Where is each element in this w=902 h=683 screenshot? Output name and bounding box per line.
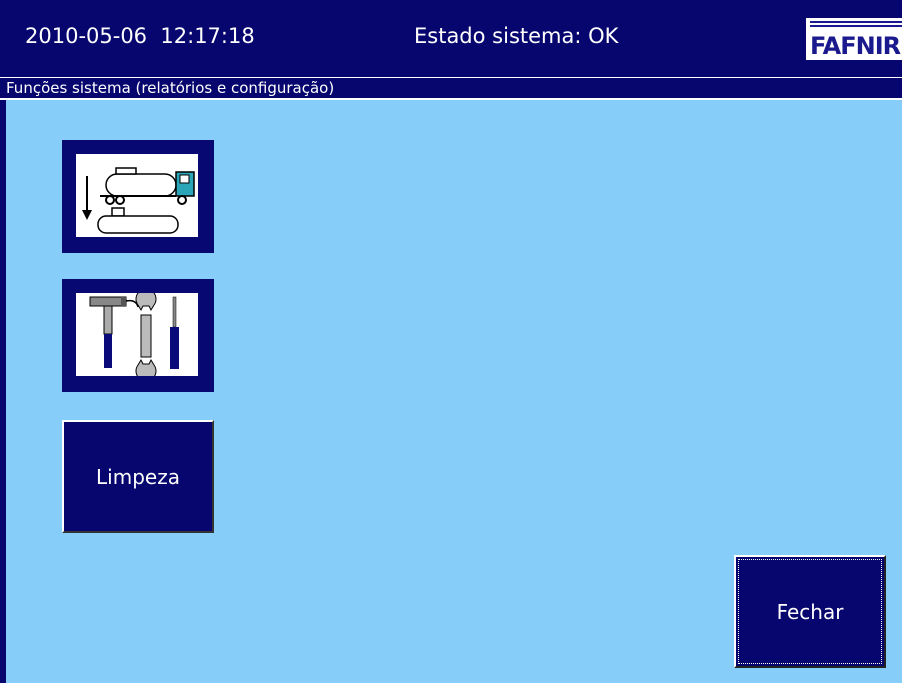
delivery-button[interactable] (62, 140, 214, 253)
left-border (0, 100, 6, 683)
tools-button[interactable] (62, 279, 214, 392)
close-button[interactable]: Fechar (734, 555, 886, 668)
section-title: Funções sistema (relatórios e configuraç… (6, 79, 335, 97)
cleaning-button[interactable]: Limpeza (62, 420, 214, 533)
cleaning-button-label: Limpeza (96, 464, 180, 489)
section-title-bar: Funções sistema (relatórios e configuraç… (0, 77, 902, 100)
datetime-display: 2010-05-06 12:17:18 (25, 24, 255, 48)
tools-icon (76, 288, 198, 382)
system-status: Estado sistema: OK (414, 24, 619, 48)
status-bar: 2010-05-06 12:17:18 Estado sistema: OK F… (0, 0, 902, 77)
tanker-delivery-icon (76, 154, 198, 237)
fafnir-logo: FAFNIR (806, 18, 902, 60)
close-button-label: Fechar (776, 599, 844, 624)
